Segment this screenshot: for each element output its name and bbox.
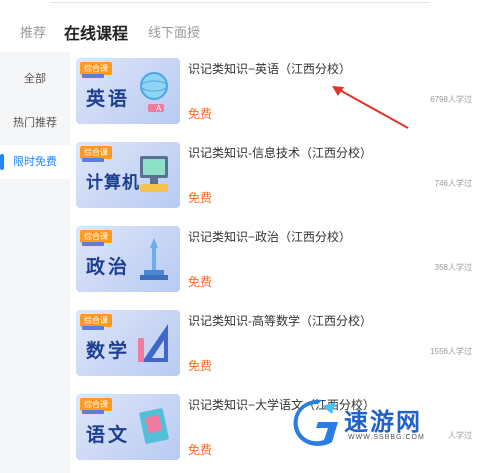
course-card-english[interactable]: 综合课 英语 A 识记类知识−英语（江西分校） 免费 6798人学过 xyxy=(76,58,476,128)
monument-icon xyxy=(140,238,168,280)
learner-count: 6798人学过 xyxy=(430,95,472,104)
course-thumbnail[interactable]: 综合课 数学 xyxy=(76,310,180,376)
learner-count: 1556人学过 xyxy=(430,347,472,356)
badge-subbar xyxy=(82,74,104,78)
course-title[interactable]: 识记类知识-信息技术（江西分校） xyxy=(188,144,372,161)
learner-count: 358人学过 xyxy=(434,263,472,272)
course-thumbnail[interactable]: 综合课 英语 A xyxy=(76,58,180,124)
course-thumbnail[interactable]: 综合课 计算机 xyxy=(76,142,180,208)
sidebar-item-all[interactable]: 全部 xyxy=(0,70,70,86)
annotation-arrow-icon xyxy=(332,86,409,129)
course-card-math[interactable]: 综合课 数学 识记类知识-高等数学（江西分校） 免费 1556人学过 xyxy=(76,310,476,380)
watermark-text: 速游网 xyxy=(344,409,422,436)
sidebar-item-label: 限时免费 xyxy=(13,156,57,168)
watermark-url: WWW.SSBBG.COM xyxy=(348,434,425,441)
book-icon xyxy=(139,408,169,444)
filter-sidebar: 全部 热门推荐 限时免费 xyxy=(0,52,70,473)
badge-subbar xyxy=(82,326,104,330)
thumbnail-subject: 语文 xyxy=(86,425,131,446)
course-thumbnail[interactable]: 综合课 政治 xyxy=(76,226,180,292)
thumbnail-subject: 政治 xyxy=(86,257,131,278)
course-title[interactable]: 识记类知识-高等数学（江西分校） xyxy=(188,312,372,329)
triangle-ruler-icon xyxy=(138,324,168,362)
badge-subbar xyxy=(82,242,104,246)
computer-icon xyxy=(140,156,168,192)
course-thumbnail[interactable]: 综合课 语文 xyxy=(76,394,180,460)
course-price: 免费 xyxy=(188,359,213,373)
sidebar-item-free[interactable]: 限时免费 xyxy=(0,145,70,179)
globe-icon: A xyxy=(140,72,168,113)
category-tabs: 推荐 在线课程 线下面授 xyxy=(0,14,480,50)
sidebar-item-hot[interactable]: 热门推荐 xyxy=(0,114,70,130)
course-card-politics[interactable]: 综合课 政治 识记类知识−政治（江西分校） 免费 358人学过 xyxy=(76,226,476,296)
tab-online-courses[interactable]: 在线课程 xyxy=(64,20,128,44)
top-divider xyxy=(50,0,430,3)
thumbnail-subject: 计算机 xyxy=(86,173,140,192)
course-price: 免费 xyxy=(188,275,213,289)
course-title[interactable]: 识记类知识−英语（江西分校） xyxy=(188,60,351,77)
course-price: 免费 xyxy=(188,443,213,457)
tab-offline-classes[interactable]: 线下面授 xyxy=(148,22,200,41)
course-price: 免费 xyxy=(188,191,213,205)
course-price: 免费 xyxy=(188,107,213,121)
course-title[interactable]: 识记类知识−政治（江西分校） xyxy=(188,228,351,245)
watermark-logo-icon xyxy=(293,399,338,446)
learner-count: 746人学过 xyxy=(434,179,472,188)
site-watermark: 速游网 WWW.SSBBG.COM xyxy=(292,398,472,458)
tab-recommend[interactable]: 推荐 xyxy=(20,22,46,41)
thumbnail-subject: 数学 xyxy=(86,341,131,362)
course-card-computer[interactable]: 综合课 计算机 识记类知识-信息技术（江西分校） 免费 746人学过 xyxy=(76,142,476,212)
active-marker xyxy=(0,154,4,170)
thumbnail-subject: 英语 xyxy=(86,89,131,110)
badge-subbar xyxy=(82,158,104,162)
svg-text:A: A xyxy=(156,104,162,113)
badge-subbar xyxy=(82,410,104,414)
